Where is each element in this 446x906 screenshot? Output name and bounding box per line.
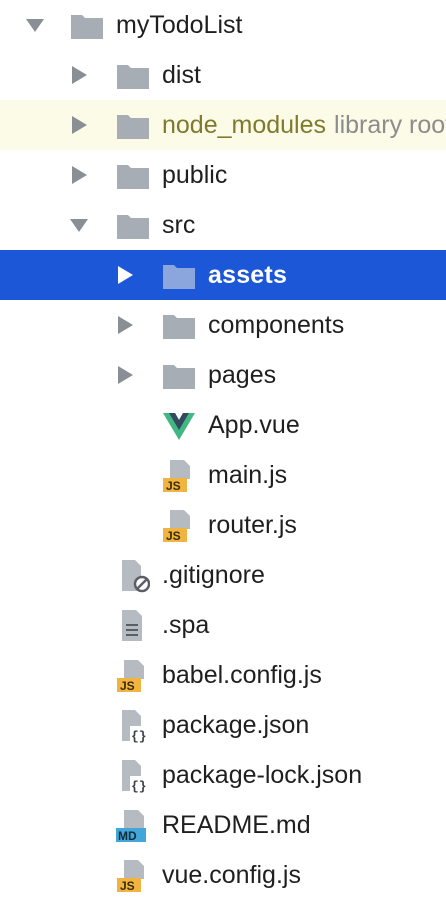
tree-item-src[interactable]: src: [0, 200, 446, 250]
tree-item-readme[interactable]: MD README.md: [0, 800, 446, 850]
json-file-icon: {}: [116, 709, 150, 743]
tree-item-label: assets: [208, 261, 288, 289]
ignore-file-icon: [116, 559, 150, 593]
expanded-arrow-icon[interactable]: [24, 14, 46, 36]
tree-item-babel-config[interactable]: JS babel.config.js: [0, 650, 446, 700]
folder-icon: [116, 109, 150, 143]
js-badge: JS: [120, 679, 135, 693]
tree-item-label: components: [208, 311, 345, 339]
tree-item-router-js[interactable]: JS router.js: [0, 500, 446, 550]
tree-item-public[interactable]: public: [0, 150, 446, 200]
tree-item-main-js[interactable]: JS main.js: [0, 450, 446, 500]
tree-item-pages[interactable]: pages: [0, 350, 446, 400]
tree-item-label: package-lock.json: [162, 761, 363, 789]
tree-item-label: public: [162, 161, 228, 189]
tree-item-label: .gitignore: [162, 561, 265, 589]
collapsed-arrow-icon[interactable]: [68, 164, 90, 186]
json-file-icon: {}: [116, 759, 150, 793]
folder-icon: [116, 209, 150, 243]
js-badge: JS: [166, 529, 181, 543]
collapsed-arrow-icon[interactable]: [68, 64, 90, 86]
tree-item-label: App.vue: [208, 411, 300, 439]
js-badge: JS: [166, 479, 181, 493]
collapsed-arrow-icon[interactable]: [114, 264, 136, 286]
tree-item-label: src: [162, 211, 196, 239]
tree-item-label-group: node_modules library root: [162, 111, 446, 139]
tree-item-label: package.json: [162, 711, 310, 739]
tree-item-label: .spa: [162, 611, 210, 639]
project-tree: myTodoList dist node_modules library root…: [0, 0, 446, 900]
tree-item-label: pages: [208, 361, 277, 389]
folder-icon: [116, 59, 150, 93]
tree-item-label: vue.config.js: [162, 861, 301, 889]
tree-item-dist[interactable]: dist: [0, 50, 446, 100]
tree-item-label: babel.config.js: [162, 661, 322, 689]
js-file-icon: JS: [162, 459, 196, 493]
tree-item-package-json[interactable]: {} package.json: [0, 700, 446, 750]
tree-item-label: dist: [162, 61, 201, 89]
tree-item-gitignore[interactable]: .gitignore: [0, 550, 446, 600]
tree-item-components[interactable]: components: [0, 300, 446, 350]
tree-item-node-modules[interactable]: node_modules library root: [0, 100, 446, 150]
svg-text:{}: {}: [131, 779, 147, 793]
tree-item-label: node_modules: [162, 111, 327, 139]
collapsed-arrow-icon[interactable]: [68, 114, 90, 136]
js-file-icon: JS: [116, 859, 150, 893]
tree-item-assets[interactable]: assets: [0, 250, 446, 300]
tree-item-spa[interactable]: .spa: [0, 600, 446, 650]
md-badge: MD: [118, 829, 137, 843]
text-file-icon: [116, 609, 150, 643]
collapsed-arrow-icon[interactable]: [114, 364, 136, 386]
library-root-hint: library root: [334, 111, 446, 139]
svg-text:{}: {}: [131, 729, 147, 743]
tree-item-app-vue[interactable]: App.vue: [0, 400, 446, 450]
folder-icon: [162, 309, 196, 343]
js-badge: JS: [120, 879, 135, 893]
folder-icon: [162, 259, 196, 293]
folder-icon: [70, 9, 104, 43]
folder-icon: [116, 159, 150, 193]
markdown-file-icon: MD: [116, 809, 150, 843]
tree-item-mytodolist[interactable]: myTodoList: [0, 0, 446, 50]
tree-item-label: router.js: [208, 511, 297, 539]
tree-item-vue-config[interactable]: JS vue.config.js: [0, 850, 446, 900]
js-file-icon: JS: [116, 659, 150, 693]
tree-item-label: myTodoList: [116, 11, 243, 39]
tree-item-label: README.md: [162, 811, 311, 839]
tree-item-label: main.js: [208, 461, 288, 489]
collapsed-arrow-icon[interactable]: [114, 314, 136, 336]
vue-file-icon: [162, 409, 196, 443]
js-file-icon: JS: [162, 509, 196, 543]
folder-icon: [162, 359, 196, 393]
expanded-arrow-icon[interactable]: [68, 214, 90, 236]
tree-item-package-lock-json[interactable]: {} package-lock.json: [0, 750, 446, 800]
